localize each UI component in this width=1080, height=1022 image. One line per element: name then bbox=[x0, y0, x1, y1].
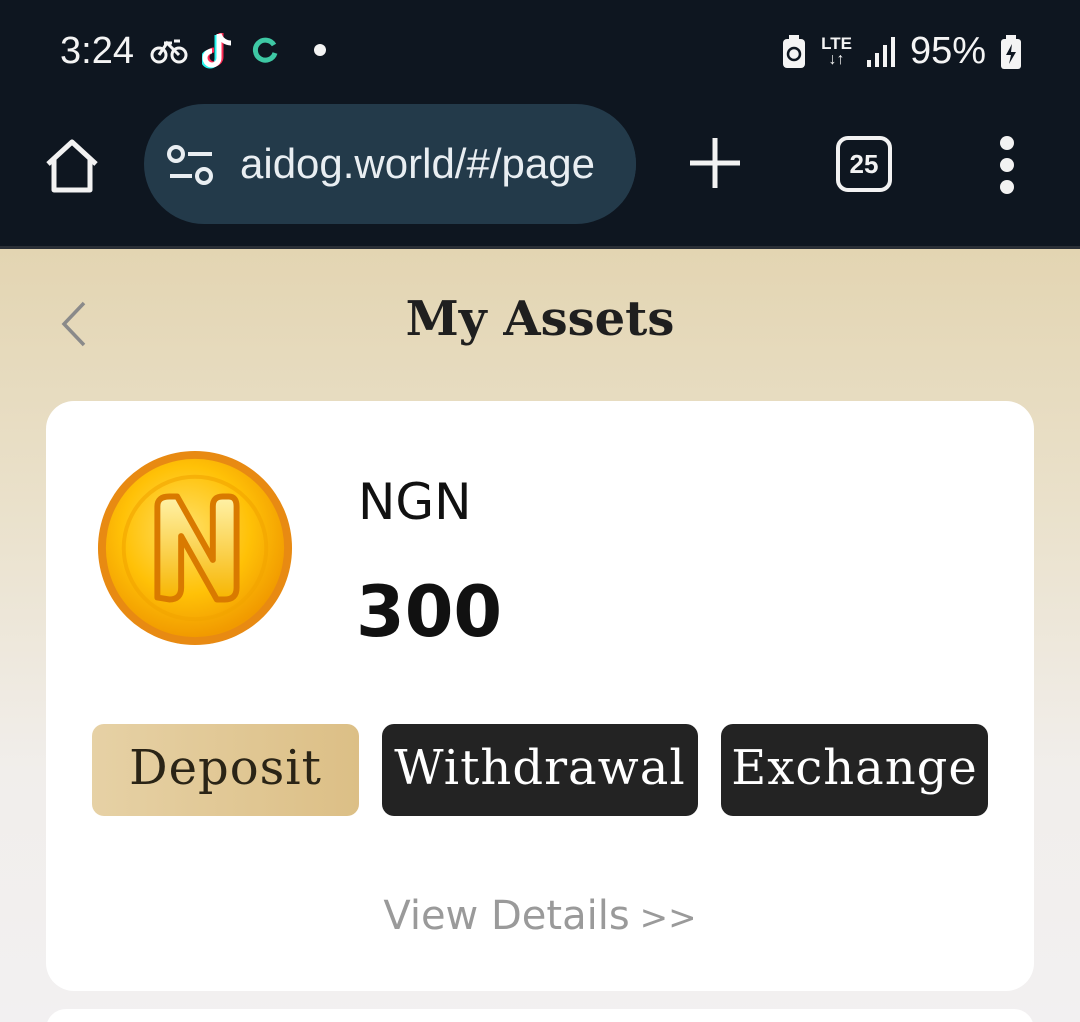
asset-amount: 300 bbox=[356, 571, 503, 653]
plus-icon[interactable] bbox=[686, 134, 744, 192]
status-time: 3:24 bbox=[60, 30, 134, 72]
tiktok-icon bbox=[202, 33, 232, 69]
notification-dot bbox=[314, 44, 326, 56]
asset-currency: NGN bbox=[358, 473, 472, 531]
more-vert-icon[interactable] bbox=[992, 136, 1022, 194]
url-bar[interactable]: aidog.world/#/page bbox=[144, 104, 636, 224]
page-title: My Assets bbox=[405, 291, 675, 347]
exchange-button[interactable]: Exchange bbox=[721, 724, 988, 816]
coin-icon bbox=[97, 450, 293, 646]
signal-icon bbox=[866, 36, 895, 67]
network-type: LTE bbox=[821, 33, 852, 53]
status-system-icons: LTE ↓↑ 95% bbox=[781, 30, 1022, 73]
url-text[interactable]: aidog.world/#/page bbox=[240, 140, 595, 188]
view-details-label: View Details bbox=[383, 893, 630, 939]
browser-toolbar: aidog.world/#/page 25 bbox=[0, 104, 1080, 248]
tab-count-button[interactable]: 25 bbox=[836, 136, 892, 192]
status-bar: 3:24 LTE ↓↑ 95% bbox=[0, 0, 1080, 104]
battery-saver-icon bbox=[783, 34, 806, 68]
view-details-link[interactable]: View Details >> bbox=[46, 893, 1034, 939]
url-fade bbox=[596, 104, 636, 224]
lte-icon: LTE ↓↑ bbox=[821, 33, 852, 68]
home-icon[interactable] bbox=[40, 134, 104, 198]
asset-card: NGN 300 Deposit Withdrawal Exchange View… bbox=[46, 401, 1034, 991]
withdrawal-button[interactable]: Withdrawal bbox=[382, 724, 698, 816]
sync-icon bbox=[252, 37, 278, 63]
status-notification-icons bbox=[150, 30, 326, 70]
battery-charging-icon bbox=[1001, 34, 1021, 69]
page-content: My Assets NGN 300 Deposit Withdrawal Exc… bbox=[0, 249, 1080, 1022]
double-chevron-right-icon: >> bbox=[639, 898, 697, 938]
deposit-button[interactable]: Deposit bbox=[92, 724, 359, 816]
battery-percent: 95% bbox=[909, 30, 986, 72]
next-card bbox=[46, 1009, 1034, 1022]
tune-icon[interactable] bbox=[166, 144, 216, 188]
bike-icon bbox=[150, 39, 188, 64]
